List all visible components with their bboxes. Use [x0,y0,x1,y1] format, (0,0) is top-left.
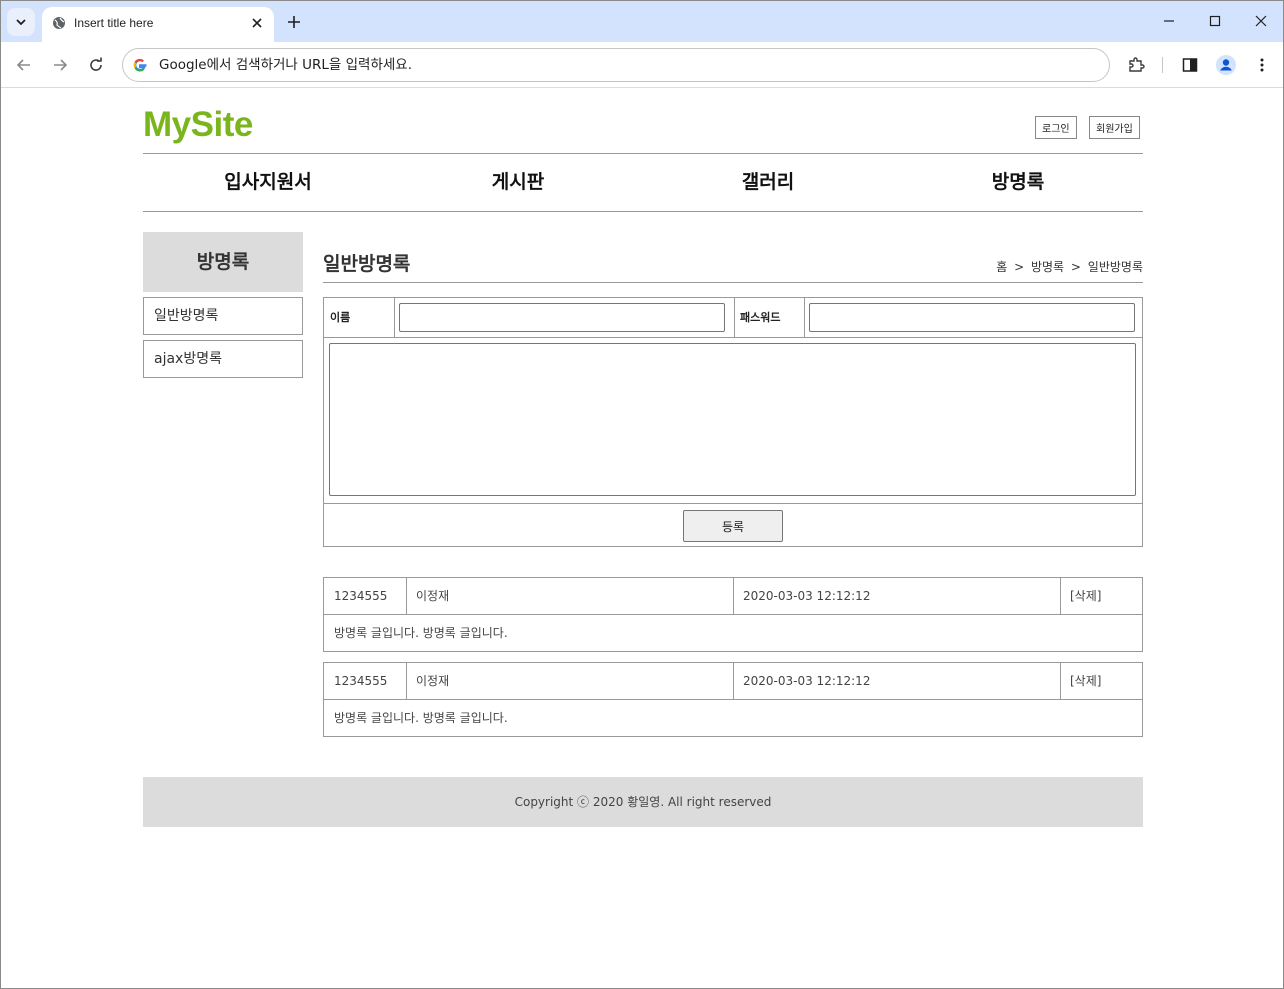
name-input[interactable] [399,303,725,332]
sidebar-title: 방명록 [143,232,303,292]
sidebar-item-ajax-guestbook[interactable]: ajax방명록 [143,340,303,378]
entry-number: 1234555 [334,589,388,603]
nav-item-gallery[interactable]: 갤러리 [643,154,893,211]
maximize-icon [1209,15,1221,27]
profile-button[interactable] [1214,53,1238,77]
menu-button[interactable] [1250,53,1274,77]
breadcrumb-home[interactable]: 홈 [996,260,1007,274]
site-logo[interactable]: MySite [143,105,253,145]
window-close-button[interactable] [1248,9,1274,33]
tab-close-button[interactable] [248,14,266,32]
nav-item-guestbook[interactable]: 방명록 [893,154,1143,211]
close-icon [1255,15,1267,27]
globe-icon [53,17,65,29]
content-textarea[interactable] [329,343,1136,496]
omnibox-input[interactable] [159,54,1059,76]
guestbook-entry: 1234555 이정재 2020-03-03 12:12:12 [삭제] 방명록… [323,662,1143,737]
tab-strip: Insert title here [1,1,1283,42]
breadcrumb-guestbook[interactable]: 방명록 [1031,260,1064,274]
reload-icon [90,57,102,71]
main-content: 일반방명록 홈 > 방명록 > 일반방명록 이름 패스워드 등록 1234555… [323,232,1143,737]
entry-date: 2020-03-03 12:12:12 [743,589,871,603]
name-label: 이름 [330,311,351,324]
back-button[interactable] [12,53,36,77]
site-footer: Copyright ⓒ 2020 황일영. All right reserved [143,777,1143,827]
minimize-icon [1164,20,1174,22]
entry-date: 2020-03-03 12:12:12 [743,674,871,688]
form-row-submit: 등록 [324,503,1142,546]
join-button[interactable]: 회원가입 [1089,116,1140,139]
entry-content: 방명록 글입니다. 방명록 글입니다. [334,711,508,725]
google-g-icon [133,58,147,72]
address-bar[interactable] [122,48,1110,82]
maximize-button[interactable] [1202,9,1228,33]
main-nav: 입사지원서 게시판 갤러리 방명록 [143,153,1143,212]
nav-item-apply[interactable]: 입사지원서 [143,154,393,211]
entry-meta-row: 1234555 이정재 2020-03-03 12:12:12 [삭제] [324,578,1142,615]
nav-item-board[interactable]: 게시판 [393,154,643,211]
entry-author: 이정재 [416,674,450,688]
forward-button[interactable] [48,53,72,77]
chevron-down-icon [16,19,26,26]
sidebar-item-general-guestbook[interactable]: 일반방명록 [143,297,303,335]
tab-search-button[interactable] [7,8,35,36]
entry-number: 1234555 [334,674,388,688]
password-label: 패스워드 [740,311,781,324]
entry-author: 이정재 [416,589,450,603]
browser-window: Insert title here Google에서 검색하거나 URL을 입력… [0,0,1284,989]
submit-button[interactable]: 등록 [683,510,783,542]
close-icon [252,18,262,28]
browser-toolbar [1,42,1283,88]
breadcrumb: 홈 > 방명록 > 일반방명록 [993,258,1143,275]
breadcrumb-sep: > [1070,260,1081,274]
arrow-right-icon [54,59,68,71]
content-header: 일반방명록 홈 > 방명록 > 일반방명록 [323,232,1143,283]
breadcrumb-sep: > [1014,260,1025,274]
password-input[interactable] [809,303,1135,332]
side-panel-icon [1182,58,1198,72]
minimize-button[interactable] [1156,9,1182,33]
login-button[interactable]: 로그인 [1035,116,1077,139]
side-panel-button[interactable] [1178,53,1202,77]
arrow-left-icon [16,59,30,71]
form-row-credentials: 이름 패스워드 [324,298,1142,338]
guestbook-form: 이름 패스워드 등록 [323,297,1143,547]
more-vert-icon [1260,58,1264,72]
sidebar: 방명록 일반방명록 ajax방명록 [143,232,303,378]
plus-icon [288,16,300,28]
entry-content: 방명록 글입니다. 방명록 글입니다. [334,626,508,640]
web-page: MySite 로그인 회원가입 입사지원서 게시판 갤러리 방명록 방명록 일반… [1,89,1283,988]
entry-delete-link[interactable]: [삭제] [1060,578,1142,615]
cell-divider [394,298,395,338]
cell-divider [804,298,805,338]
tab-title: Insert title here [74,16,154,30]
new-tab-button[interactable] [283,11,305,33]
toolbar-separator [1162,57,1163,73]
browser-tab[interactable]: Insert title here [42,7,274,42]
breadcrumb-current: 일반방명록 [1087,260,1143,274]
avatar-icon [1216,55,1236,75]
page-title: 일반방명록 [323,253,411,275]
entry-meta-row: 1234555 이정재 2020-03-03 12:12:12 [삭제] [324,663,1142,700]
entry-delete-link[interactable]: [삭제] [1060,663,1142,700]
reload-button[interactable] [84,53,108,77]
extensions-button[interactable] [1124,53,1148,77]
guestbook-entry: 1234555 이정재 2020-03-03 12:12:12 [삭제] 방명록… [323,577,1143,652]
puzzle-icon [1129,57,1145,72]
